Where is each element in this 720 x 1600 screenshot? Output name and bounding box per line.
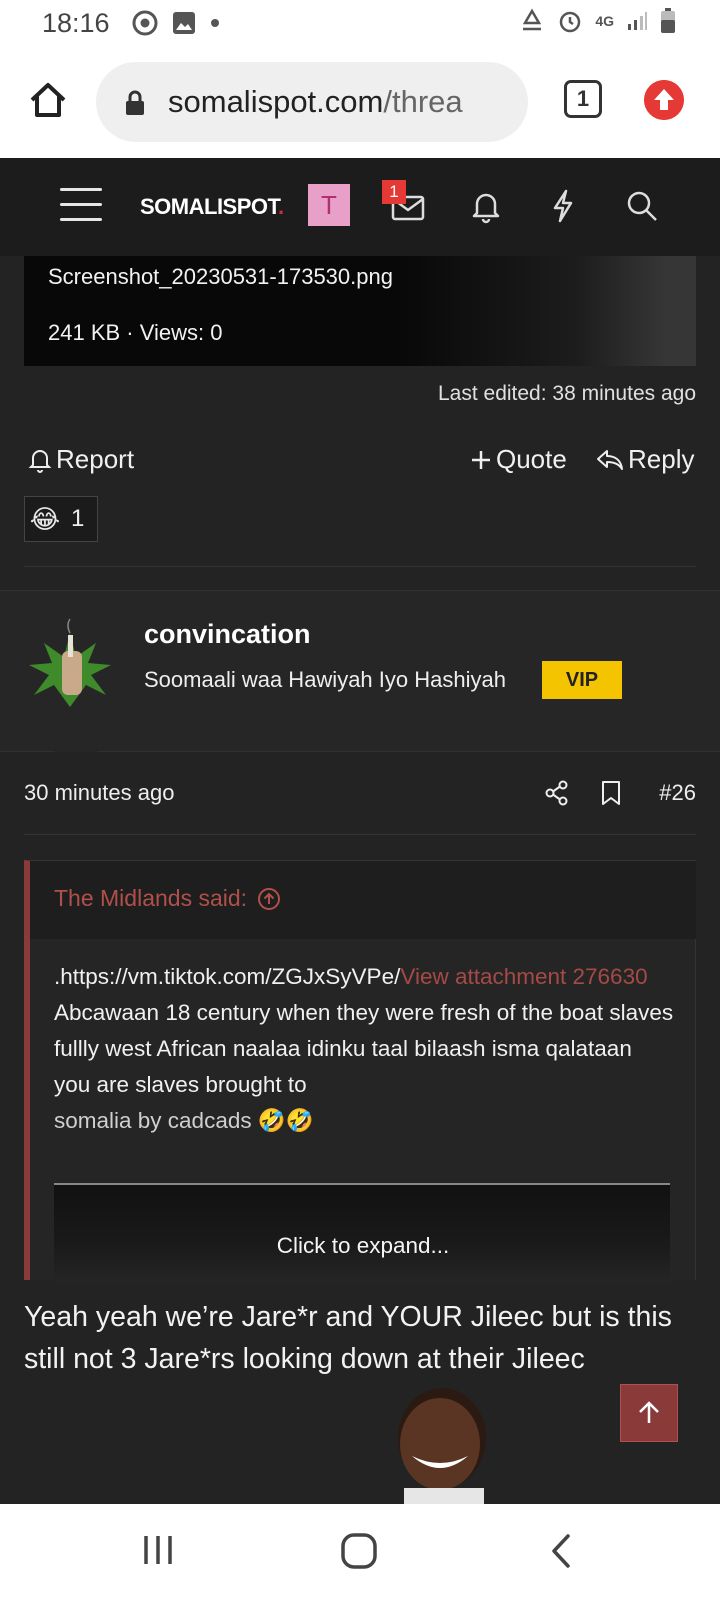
user-avatar[interactable]: T	[308, 184, 350, 226]
browser-toolbar: somalispot.com/threa 1	[0, 46, 720, 158]
network-type: 4G	[595, 13, 614, 29]
divider	[24, 834, 696, 835]
quote-body: .https://vm.tiktok.com/ZGJxSyVPe/View at…	[54, 959, 674, 1139]
attachment-meta: 241 KB · Views: 0	[48, 320, 223, 345]
report-button[interactable]: Report	[28, 444, 134, 475]
status-bar: 18:16 4G	[0, 0, 720, 46]
quote-button[interactable]: Quote	[470, 444, 567, 475]
bookmark-icon[interactable]	[600, 780, 622, 806]
plus-icon	[472, 450, 490, 469]
back-icon[interactable]	[548, 1532, 574, 1570]
quote-author-link[interactable]: The Midlands said:	[54, 885, 281, 912]
post-number[interactable]: #26	[659, 780, 696, 806]
update-icon[interactable]	[644, 80, 684, 120]
status-time: 18:16	[42, 8, 110, 38]
post-actions: Report Quote Reply	[0, 440, 720, 484]
scroll-to-top-button[interactable]	[620, 1384, 678, 1442]
click-to-expand-button[interactable]: Click to expand...	[30, 1233, 696, 1259]
user-title: Soomaali waa Hawiyah Iyo Hashiyah	[144, 667, 506, 692]
arrow-up-icon	[639, 1401, 659, 1423]
url-bar[interactable]: somalispot.com/threa	[96, 62, 528, 142]
signal-icon	[628, 12, 647, 30]
attachment-link[interactable]: View attachment 276630	[400, 964, 647, 989]
quote-block: The Midlands said: .https://vm.tiktok.co…	[24, 860, 696, 1283]
last-edited: Last edited: 38 minutes ago	[437, 382, 696, 405]
recents-icon[interactable]	[140, 1532, 176, 1568]
dot-icon	[211, 19, 219, 27]
bell-icon	[28, 449, 52, 473]
divider	[24, 566, 696, 567]
home-icon[interactable]	[28, 80, 68, 120]
battery-icon	[661, 8, 675, 33]
search-icon[interactable]	[624, 188, 660, 224]
site-header: SOMALISPOT. T 1	[0, 158, 720, 256]
bell-icon[interactable]	[468, 188, 504, 224]
share-icon[interactable]	[544, 780, 570, 806]
tabs-button[interactable]: 1	[564, 80, 602, 118]
site-logo[interactable]: SOMALISPOT.	[140, 194, 284, 220]
home-nav-icon[interactable]	[340, 1532, 378, 1570]
inbox-badge: 1	[382, 180, 406, 204]
post-header: convincation Soomaali waa Hawiyah Iyo Ha…	[0, 590, 720, 752]
attachment-filename[interactable]: Screenshot_20230531-173530.png	[48, 264, 393, 290]
hamburger-menu-button[interactable]	[60, 188, 102, 222]
alarm-icon	[560, 11, 581, 33]
quote-text: Abcawaan 18 century when they were fresh…	[54, 1000, 674, 1097]
attachment-thumbnail[interactable]: Screenshot_20230531-173530.png 241 KB · …	[24, 256, 696, 366]
reply-icon	[597, 449, 623, 470]
lock-icon	[126, 90, 144, 115]
user-avatar-image[interactable]	[24, 615, 116, 707]
lightning-icon[interactable]	[545, 188, 581, 224]
chrome-icon	[132, 10, 158, 36]
quote-author: The Midlands said:	[54, 885, 248, 911]
username[interactable]: convincation	[144, 619, 311, 650]
header-notch	[54, 730, 98, 752]
post-time[interactable]: 30 minutes ago	[24, 780, 174, 806]
vip-badge: VIP	[542, 661, 622, 699]
reaction-summary[interactable]: 😂 1	[24, 496, 98, 542]
arrow-up-circle-icon	[258, 887, 281, 910]
recycle-icon	[523, 8, 542, 31]
url-text: somalispot.com/threa	[168, 84, 463, 119]
post-meta: 30 minutes ago #26	[24, 776, 696, 816]
gallery-icon	[173, 12, 195, 34]
reply-label: Reply	[628, 444, 695, 474]
quote-url[interactable]: .https://vm.tiktok.com/ZGJxSyVPe/	[54, 964, 400, 989]
system-nav-bar	[0, 1504, 720, 1600]
reaction-image[interactable]	[382, 1380, 500, 1504]
quote-last-line: somalia by cadcads 🤣🤣	[54, 1108, 314, 1133]
attachment-preview	[396, 256, 696, 366]
quote-header: The Midlands said:	[30, 861, 696, 939]
reaction-count: 1	[71, 505, 85, 532]
reply-button[interactable]: Reply	[596, 444, 694, 475]
quote-label: Quote	[496, 444, 567, 474]
laughing-emoji-icon: 😂	[29, 503, 61, 534]
report-label: Report	[56, 444, 135, 474]
post-body: Yeah yeah we’re Jare*r and YOUR Jileec b…	[24, 1301, 672, 1375]
